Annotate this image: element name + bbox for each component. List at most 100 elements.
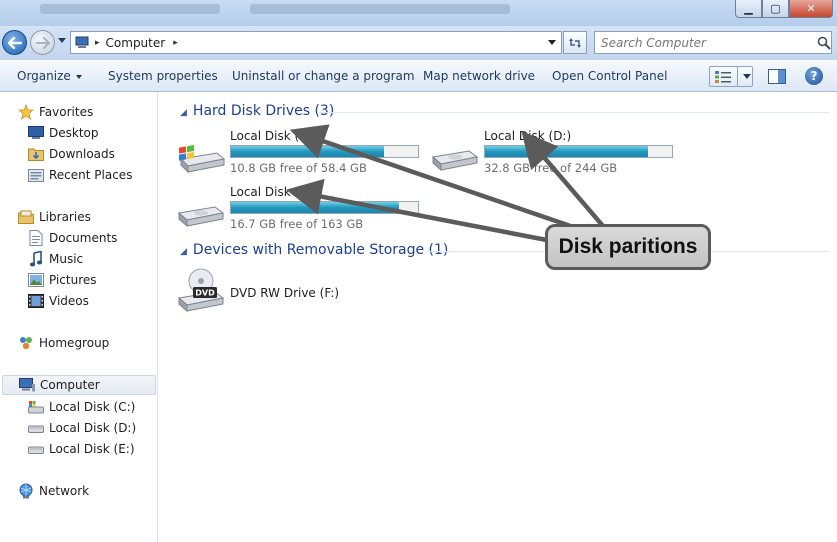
system-drive-icon	[28, 399, 44, 415]
drive-dvd-rw[interactable]: DVD DVD RW Drive (F:)	[177, 268, 377, 318]
uninstall-program-button[interactable]: Uninstall or change a program	[232, 69, 415, 83]
command-bar: Organize System properties Uninstall or …	[0, 60, 837, 92]
address-row: ▸ Computer ▸	[0, 26, 837, 60]
nav-local-disk-e[interactable]: Local Disk (E:)	[28, 439, 135, 459]
nav-label: Network	[39, 484, 90, 498]
content-area: ◢ Hard Disk Drives (3) Local Disk (C:) 10…	[159, 92, 837, 542]
recent-places-icon	[28, 167, 44, 183]
group-header-hard-disk-drives[interactable]: ◢ Hard Disk Drives (3)	[180, 103, 334, 119]
pictures-icon	[28, 272, 44, 288]
breadcrumb-separator[interactable]: ▸	[95, 38, 100, 48]
nav-libraries[interactable]: Libraries	[18, 207, 91, 227]
drive-usage-bar	[484, 145, 673, 158]
nav-local-disk-d[interactable]: Local Disk (D:)	[28, 418, 136, 438]
drive-free-space: 16.7 GB free of 163 GB	[230, 217, 364, 231]
address-bar[interactable]: ▸ Computer ▸	[70, 31, 562, 54]
nav-music[interactable]: Music	[28, 249, 83, 269]
drive-local-disk-d[interactable]: Local Disk (D:) 32.8 GB free of 244 GB	[431, 129, 676, 179]
nav-favorites[interactable]: Favorites	[18, 102, 93, 122]
nav-videos[interactable]: Videos	[28, 291, 89, 311]
computer-icon	[75, 36, 89, 48]
hard-drive-icon	[177, 206, 225, 228]
drive-usage-fill	[231, 202, 400, 213]
drive-usage-fill	[485, 146, 648, 157]
computer-icon	[19, 377, 35, 393]
nav-computer[interactable]: Computer	[2, 375, 156, 395]
nav-label: Favorites	[39, 105, 94, 119]
refresh-icon	[569, 37, 581, 48]
group-divider	[319, 112, 829, 113]
nav-label: Recent Places	[49, 168, 133, 182]
desktop-icon	[28, 125, 44, 141]
system-drive-icon	[179, 145, 225, 173]
drive-name: DVD RW Drive (F:)	[230, 286, 340, 300]
minimize-button[interactable]: ▁	[735, 0, 762, 18]
nav-label: Pictures	[49, 273, 97, 287]
chevron-down-icon	[75, 74, 82, 79]
chevron-down-icon[interactable]	[743, 74, 751, 79]
drive-local-disk-e[interactable]: Local Disk (E:) 16.7 GB free of 163 GB	[177, 185, 422, 235]
dvd-badge: DVD	[195, 289, 215, 298]
drive-name: Local Disk (C:)	[230, 129, 317, 143]
open-control-panel-button[interactable]: Open Control Panel	[552, 69, 667, 83]
nav-label: Desktop	[49, 126, 99, 140]
nav-label: Videos	[49, 294, 89, 308]
title-bar: ▁ ▢ ✕	[0, 0, 837, 26]
organize-label: Organize	[17, 69, 71, 83]
title-bar-blur	[40, 4, 220, 14]
group-arrow-icon: ◢	[180, 108, 187, 118]
nav-homegroup[interactable]: Homegroup	[18, 333, 109, 353]
drive-name: Local Disk (D:)	[484, 129, 572, 143]
title-bar-blur	[250, 4, 510, 14]
address-history-dropdown[interactable]	[548, 40, 556, 45]
nav-label: Music	[49, 252, 84, 266]
back-button[interactable]	[2, 30, 27, 55]
drive-free-space: 32.8 GB free of 244 GB	[484, 161, 618, 175]
group-arrow-icon: ◢	[180, 247, 187, 257]
videos-film-icon	[28, 293, 44, 309]
breadcrumb-computer[interactable]: Computer	[106, 36, 166, 50]
hard-drive-icon	[28, 420, 44, 436]
drive-usage-bar	[230, 201, 419, 214]
window-controls: ▁ ▢ ✕	[735, 0, 833, 18]
group-header-removable-storage[interactable]: ◢ Devices with Removable Storage (1)	[180, 242, 448, 258]
hard-drive-icon	[431, 150, 479, 172]
maximize-button[interactable]: ▢	[762, 0, 789, 18]
map-network-drive-button[interactable]: Map network drive	[423, 69, 535, 83]
organize-button[interactable]: Organize	[17, 69, 82, 83]
system-properties-button[interactable]: System properties	[108, 69, 218, 83]
refresh-button[interactable]	[563, 31, 587, 54]
nav-recent-places[interactable]: Recent Places	[28, 165, 132, 185]
group-label: Hard Disk Drives (3)	[192, 103, 335, 119]
recent-pages-dropdown[interactable]	[58, 38, 66, 43]
drive-usage-bar	[230, 145, 419, 158]
homegroup-icon	[18, 335, 34, 351]
star-icon	[18, 104, 34, 120]
navigation-pane: Favorites Desktop Downloads Recent Place…	[0, 92, 158, 542]
close-button[interactable]: ✕	[789, 0, 833, 18]
nav-desktop[interactable]: Desktop	[28, 123, 99, 143]
preview-pane-icon[interactable]	[768, 69, 786, 84]
change-view-button[interactable]	[709, 66, 753, 87]
nav-network[interactable]: Network	[18, 481, 89, 501]
network-icon	[18, 483, 34, 499]
nav-downloads[interactable]: Downloads	[28, 144, 115, 164]
drive-name: Local Disk (E:)	[230, 185, 316, 199]
nav-label: Downloads	[49, 147, 115, 161]
drive-local-disk-c[interactable]: Local Disk (C:) 10.8 GB free of 58.4 GB	[177, 129, 422, 179]
nav-label: Local Disk (D:)	[49, 421, 137, 435]
downloads-folder-icon	[28, 146, 44, 162]
back-arrow-icon	[7, 36, 22, 49]
nav-documents[interactable]: Documents	[28, 228, 117, 248]
breadcrumb-separator[interactable]: ▸	[173, 38, 178, 48]
drive-usage-fill	[231, 146, 385, 157]
help-button[interactable]: ?	[805, 67, 823, 85]
nav-pictures[interactable]: Pictures	[28, 270, 97, 290]
forward-button[interactable]	[30, 30, 55, 55]
search-input[interactable]	[601, 32, 811, 53]
search-icon[interactable]	[817, 36, 831, 50]
search-box[interactable]	[594, 31, 832, 54]
nav-local-disk-c[interactable]: Local Disk (C:)	[28, 397, 135, 417]
nav-label: Local Disk (C:)	[49, 400, 136, 414]
view-details-icon	[715, 70, 731, 83]
